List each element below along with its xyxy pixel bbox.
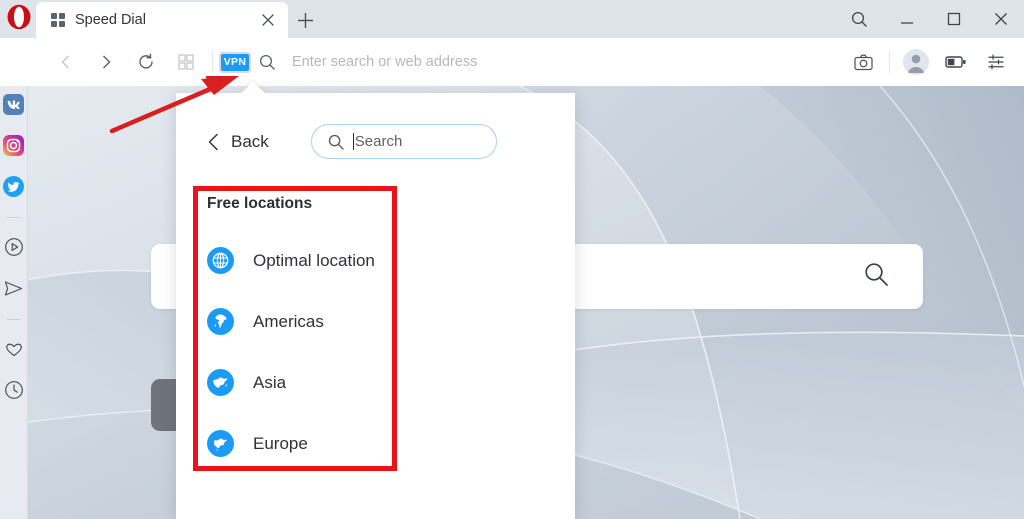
window-search-button[interactable] (836, 0, 883, 38)
text-caret (352, 133, 354, 150)
vpn-badge-label: VPN (221, 53, 249, 71)
search-icon[interactable] (864, 262, 889, 292)
toolbar-divider-right (889, 51, 890, 73)
vpn-back-label: Back (231, 131, 269, 151)
tab-title: Speed Dial (75, 12, 146, 28)
search-icon[interactable] (259, 54, 276, 71)
sidebar-item-messenger[interactable] (2, 276, 26, 300)
reload-button[interactable] (126, 45, 166, 79)
browser-tab-speed-dial[interactable]: Speed Dial (36, 2, 288, 38)
window-maximize-button[interactable] (930, 0, 977, 38)
vpn-panel: Back Search Free locations Optimal locat… (176, 93, 575, 519)
vk-icon (3, 93, 24, 115)
address-bar-input[interactable]: Enter search or web address (280, 54, 843, 70)
window-close-button[interactable] (977, 0, 1024, 38)
profile-avatar[interactable] (896, 45, 936, 79)
sidebar-item-favorites[interactable] (2, 337, 26, 361)
vpn-badge-button[interactable]: VPN (219, 51, 251, 73)
avatar (903, 49, 929, 75)
clock-icon (4, 381, 23, 399)
close-icon[interactable] (256, 8, 280, 32)
opera-logo[interactable] (4, 2, 34, 32)
vpn-back-button[interactable]: Back (207, 132, 269, 152)
tab-strip: Speed Dial (0, 0, 1024, 38)
window-controls (836, 0, 1024, 38)
snapshot-icon[interactable] (843, 45, 883, 79)
toolbar-divider (212, 51, 213, 73)
browser-toolbar: VPN Enter search or web address (0, 38, 1024, 86)
sidebar-item-vk[interactable] (2, 92, 26, 116)
nav-forward-button[interactable] (86, 45, 126, 79)
vpn-panel-header: Back Search (176, 93, 575, 159)
vpn-panel-notch (240, 82, 266, 94)
search-icon (328, 134, 344, 150)
nav-back-button[interactable] (46, 45, 86, 79)
vpn-search-placeholder: Search (354, 133, 403, 150)
easy-setup-icon[interactable] (976, 45, 1016, 79)
chevron-left-icon (207, 133, 220, 151)
free-locations-highlight (193, 186, 397, 471)
instagram-icon (3, 134, 24, 156)
vpn-location-search-input[interactable]: Search (310, 124, 497, 159)
heart-icon (5, 343, 22, 357)
battery-saver-icon[interactable] (936, 45, 976, 79)
speed-dial-icon (50, 12, 66, 28)
sidebar-divider (7, 217, 20, 218)
sidebar-item-history[interactable] (2, 378, 26, 402)
browser-sidebar (0, 86, 28, 519)
new-tab-button[interactable] (290, 5, 320, 35)
opera-browser-window: Speed Dial VPN Enter search or web addre… (0, 0, 1024, 519)
send-icon (4, 280, 23, 296)
sidebar-item-player[interactable] (2, 235, 26, 259)
player-icon (4, 238, 23, 256)
sidebar-item-instagram[interactable] (2, 133, 26, 157)
twitter-icon (3, 175, 24, 197)
sidebar-item-twitter[interactable] (2, 174, 26, 198)
window-minimize-button[interactable] (883, 0, 930, 38)
sidebar-divider-2 (7, 319, 20, 320)
toolbar-right-icons (843, 45, 1024, 79)
tab-islands-button[interactable] (166, 45, 206, 79)
